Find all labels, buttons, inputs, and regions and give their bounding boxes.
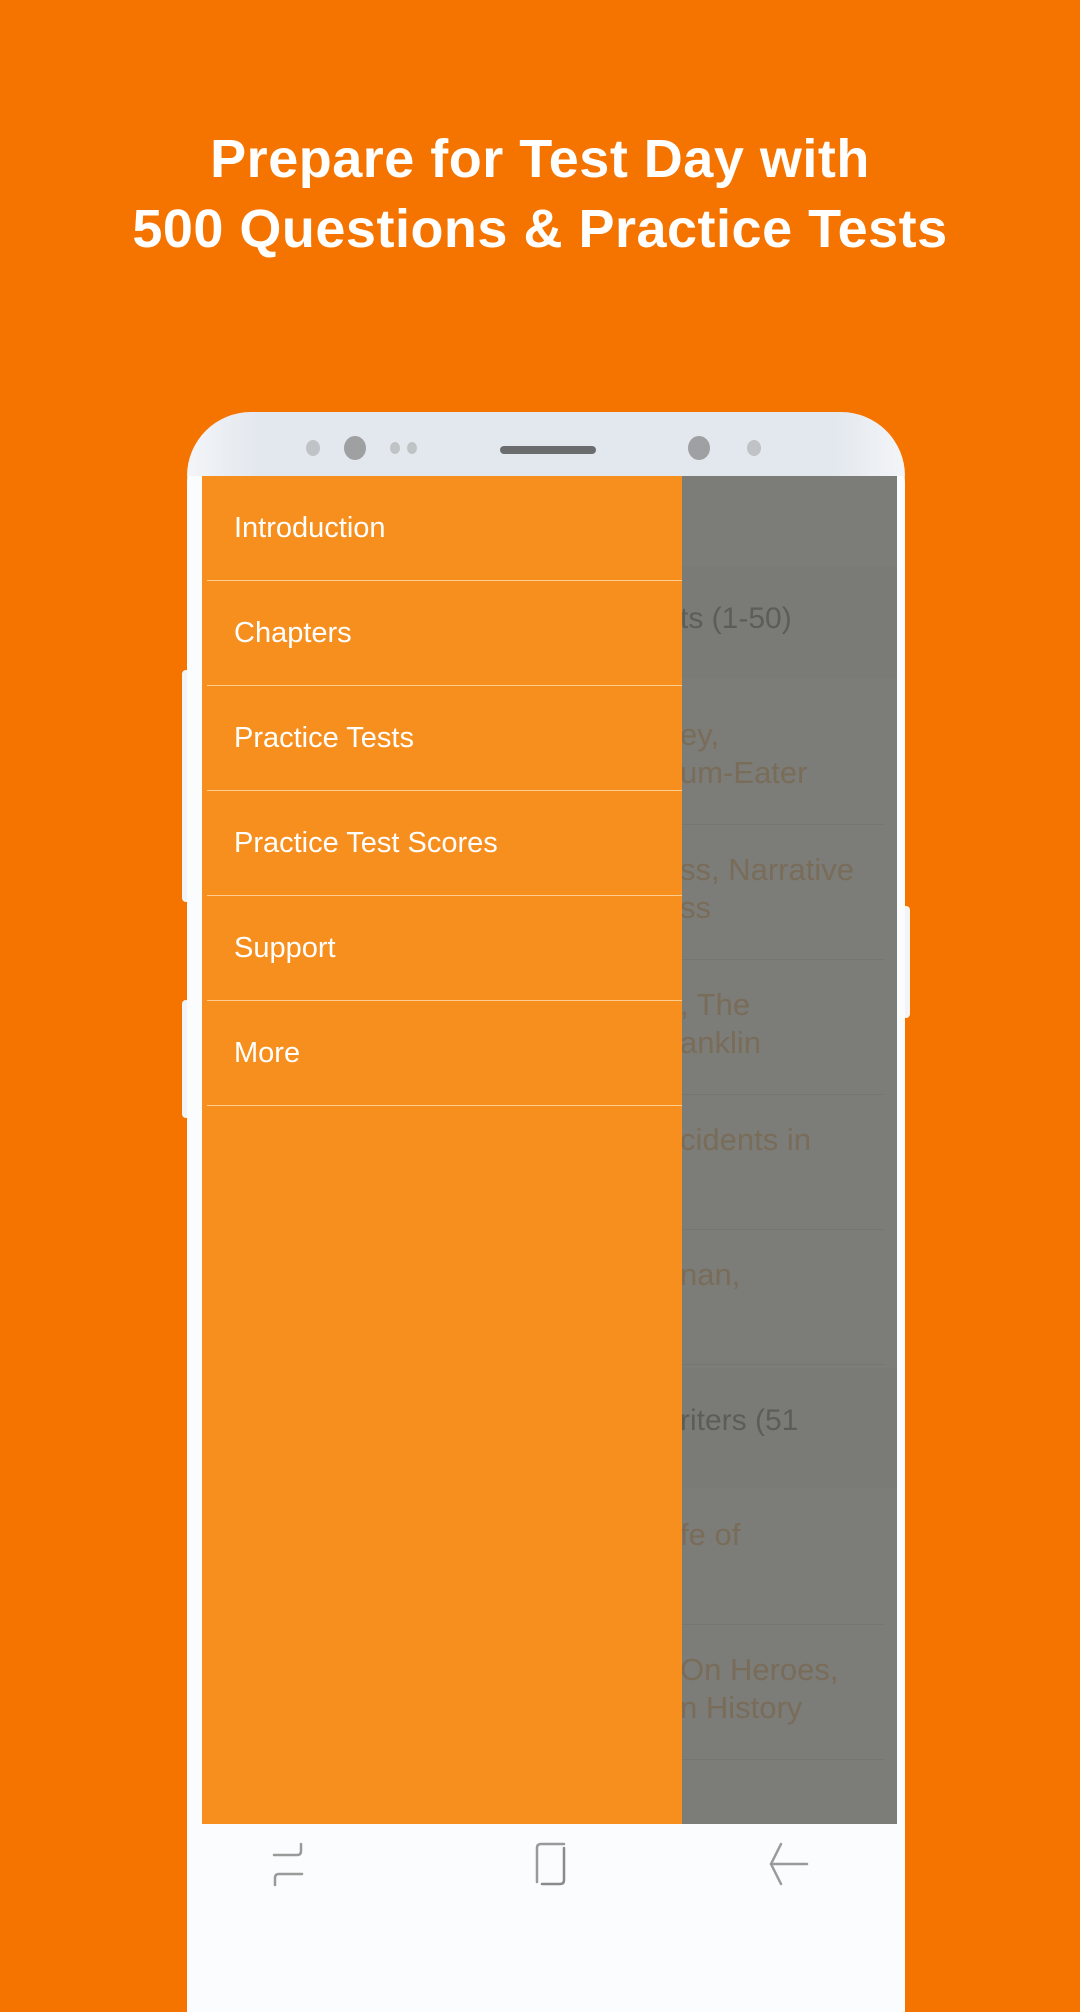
drawer-item-chapters[interactable]: Chapters bbox=[207, 581, 682, 686]
home-icon bbox=[535, 1842, 566, 1886]
drawer-item-introduction[interactable]: Introduction bbox=[207, 476, 682, 581]
navigation-drawer: Introduction Chapters Practice Tests Pra… bbox=[202, 476, 682, 1824]
camera-icon bbox=[344, 436, 366, 460]
sensor-icon bbox=[747, 440, 761, 456]
drawer-item-support[interactable]: Support bbox=[207, 896, 682, 1001]
drawer-item-practice-tests[interactable]: Practice Tests bbox=[207, 686, 682, 791]
sensor-icon bbox=[407, 442, 417, 454]
headline-line-2: 500 Questions & Practice Tests bbox=[132, 199, 948, 259]
drawer-item-more[interactable]: More bbox=[207, 1001, 682, 1106]
drawer-item-practice-test-scores[interactable]: Practice Test Scores bbox=[207, 791, 682, 896]
recent-apps-icon bbox=[272, 1842, 304, 1887]
sensor-icon bbox=[390, 442, 400, 454]
headline-line-1: Prepare for Test Day with bbox=[210, 129, 870, 189]
sensor-icon bbox=[306, 440, 320, 456]
back-arrow-icon bbox=[769, 1842, 809, 1886]
phone-top-bezel bbox=[187, 412, 905, 476]
recent-apps-button[interactable] bbox=[264, 1838, 324, 1898]
system-navigation-bar bbox=[202, 1824, 897, 1920]
camera-icon bbox=[688, 436, 710, 460]
home-button[interactable] bbox=[524, 1838, 584, 1898]
earpiece-speaker bbox=[500, 446, 596, 454]
promo-headline: Prepare for Test Day with 500 Questions … bbox=[0, 124, 1080, 264]
back-button[interactable] bbox=[759, 1838, 819, 1898]
phone-screen: ts (1-50) ey, um-Eater ss, Narrative ss … bbox=[202, 476, 897, 1824]
